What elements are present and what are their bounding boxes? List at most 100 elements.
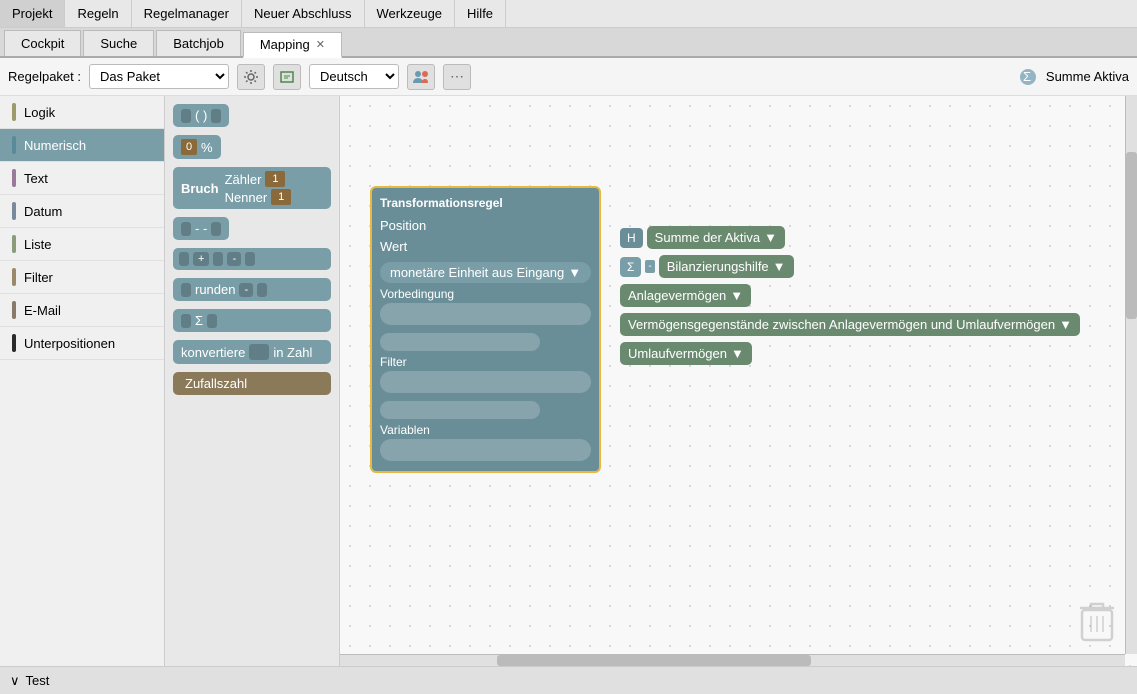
round-notch-l xyxy=(181,283,191,297)
fraction-header: Bruch xyxy=(181,181,219,196)
sidebar-item-liste[interactable]: Liste xyxy=(0,228,164,261)
pos-row-sigma: Σ - Bilanzierungshilfe ▼ xyxy=(620,255,1080,278)
tab-mapping-label: Mapping xyxy=(260,37,310,52)
monetaer-label: monetäre Einheit aus Eingang xyxy=(390,265,564,280)
tab-mapping-close[interactable]: ✕ xyxy=(316,38,325,51)
konv-label-1: konvertiere xyxy=(181,345,245,360)
datum-color-bar xyxy=(12,202,16,220)
tab-suche-label: Suche xyxy=(100,36,137,51)
export-icon-btn[interactable] xyxy=(273,64,301,90)
wert-row: Wert xyxy=(380,239,591,254)
bracket-label: ( ) xyxy=(195,108,207,123)
sidebar-item-filter[interactable]: Filter xyxy=(0,261,164,294)
negate-block[interactable]: - - xyxy=(173,217,229,240)
palette-convert[interactable]: konvertiere in Zahl xyxy=(173,340,331,364)
zaehler-input[interactable]: 1 xyxy=(265,171,285,187)
sidebar-item-numerisch[interactable]: Numerisch xyxy=(0,129,164,162)
fraction-inputs: Zähler 1 Nenner 1 xyxy=(225,171,292,205)
monetaer-area: monetäre Einheit aus Eingang ▼ xyxy=(380,262,591,283)
toolbar: Regelpaket : Das Paket Deutsch ⋯ Σ S xyxy=(0,58,1137,96)
flag-icon-btn[interactable] xyxy=(407,64,435,90)
sidebar-item-logik[interactable]: Logik xyxy=(0,96,164,129)
konv-label-2: in Zahl xyxy=(273,345,312,360)
arith-op2[interactable]: - xyxy=(227,252,241,266)
monetaer-block[interactable]: monetäre Einheit aus Eingang ▼ xyxy=(380,262,591,283)
scrollbar-horizontal[interactable] xyxy=(340,654,1125,666)
palette-arithmetic[interactable]: + - xyxy=(173,248,331,270)
sigma-symbol: Σ xyxy=(195,313,203,328)
filter-input[interactable] xyxy=(380,371,591,393)
percent-value: 0 xyxy=(181,139,197,155)
arith-notch-l xyxy=(179,252,189,266)
palette-negate[interactable]: - - xyxy=(173,217,331,240)
vorbedingung-input[interactable] xyxy=(380,303,591,325)
round-op[interactable]: - xyxy=(239,283,253,297)
tab-suche[interactable]: Suche xyxy=(83,30,154,56)
liste-color-bar xyxy=(12,235,16,253)
menu-bar: Projekt Regeln Regelmanager Neuer Abschl… xyxy=(0,0,1137,28)
package-select[interactable]: Das Paket xyxy=(89,64,229,89)
transform-block[interactable]: Transformationsregel Position Wert monet… xyxy=(370,186,601,473)
tab-bar: Cockpit Suche Batchjob Mapping ✕ xyxy=(0,28,1137,58)
menu-hilfe[interactable]: Hilfe xyxy=(455,0,506,27)
variablen-input[interactable] xyxy=(380,439,591,461)
trash-icon-area[interactable] xyxy=(1077,598,1117,646)
negate-notch-r xyxy=(211,222,221,236)
sidebar-item-text[interactable]: Text xyxy=(0,162,164,195)
filter-input2[interactable] xyxy=(380,401,540,419)
anlage-chevron: ▼ xyxy=(730,288,743,303)
konv-input[interactable] xyxy=(249,344,269,360)
vorbedingung-input2[interactable] xyxy=(380,333,540,351)
logik-color-bar xyxy=(12,103,16,121)
menu-neuer-abschluss[interactable]: Neuer Abschluss xyxy=(242,0,365,27)
bilanz-dropdown[interactable]: Bilanzierungshilfe ▼ xyxy=(659,255,794,278)
umlauf-dropdown[interactable]: Umlaufvermögen ▼ xyxy=(620,342,752,365)
sidebar-item-unterpositionen[interactable]: Unterpositionen xyxy=(0,327,164,360)
round-notch-r xyxy=(257,283,267,297)
arith-block[interactable]: + - xyxy=(173,248,331,270)
palette-percent[interactable]: 0 % xyxy=(173,135,331,159)
percent-block[interactable]: 0 % xyxy=(173,135,221,159)
menu-regelmanager[interactable]: Regelmanager xyxy=(132,0,242,27)
status-label: Test xyxy=(26,673,50,688)
h-badge: H xyxy=(620,228,643,248)
verm-dropdown[interactable]: Vermögensgegenstände zwischen Anlageverm… xyxy=(620,313,1080,336)
scrollbar-vertical[interactable] xyxy=(1125,96,1137,654)
menu-regeln[interactable]: Regeln xyxy=(65,0,131,27)
numerisch-color-bar xyxy=(12,136,16,154)
menu-werkzeuge[interactable]: Werkzeuge xyxy=(365,0,456,27)
settings-icon-btn[interactable] xyxy=(237,64,265,90)
palette-random[interactable]: Zufallszahl xyxy=(173,372,331,395)
scrollbar-h-thumb[interactable] xyxy=(497,655,811,666)
verm-label: Vermögensgegenstände zwischen Anlageverm… xyxy=(628,317,1055,332)
sigma-block[interactable]: Σ xyxy=(173,309,331,332)
tab-batchjob[interactable]: Batchjob xyxy=(156,30,241,56)
palette-round[interactable]: runden - xyxy=(173,278,331,301)
sidebar-item-email[interactable]: E-Mail xyxy=(0,294,164,327)
palette-fraction[interactable]: fraction Bruch Zähler 1 Nenner 1 xyxy=(173,167,331,209)
menu-projekt[interactable]: Projekt xyxy=(0,0,65,27)
bracket-block[interactable]: ( ) xyxy=(173,104,229,127)
tab-mapping[interactable]: Mapping ✕ xyxy=(243,32,342,58)
position-blocks-area: H Summe der Aktiva ▼ Σ - Bilanzierungshi… xyxy=(620,226,1080,371)
email-color-bar xyxy=(12,301,16,319)
nenner-input[interactable]: 1 xyxy=(271,189,291,205)
arith-op[interactable]: + xyxy=(193,252,209,266)
round-block[interactable]: runden - xyxy=(173,278,331,301)
summe-aktiva-dropdown[interactable]: Summe der Aktiva ▼ xyxy=(647,226,785,249)
anlage-dropdown[interactable]: Anlagevermögen ▼ xyxy=(620,284,751,307)
anlage-label: Anlagevermögen xyxy=(628,288,726,303)
scrollbar-v-thumb[interactable] xyxy=(1126,152,1137,319)
palette-bracket[interactable]: ( ) xyxy=(173,104,331,127)
trash-icon xyxy=(1077,598,1117,643)
palette-sigma[interactable]: Σ xyxy=(173,309,331,332)
pos-row-verm: Vermögensgegenstände zwischen Anlageverm… xyxy=(620,313,1080,336)
sidebar-item-datum[interactable]: Datum xyxy=(0,195,164,228)
language-select[interactable]: Deutsch xyxy=(309,64,399,89)
konv-block[interactable]: konvertiere in Zahl xyxy=(173,340,331,364)
summe-aktiva-label: Summe der Aktiva xyxy=(655,230,761,245)
filter-section: Filter xyxy=(380,355,591,369)
more-icon-btn[interactable]: ⋯ xyxy=(443,64,471,90)
tab-cockpit[interactable]: Cockpit xyxy=(4,30,81,56)
random-block[interactable]: Zufallszahl xyxy=(173,372,331,395)
